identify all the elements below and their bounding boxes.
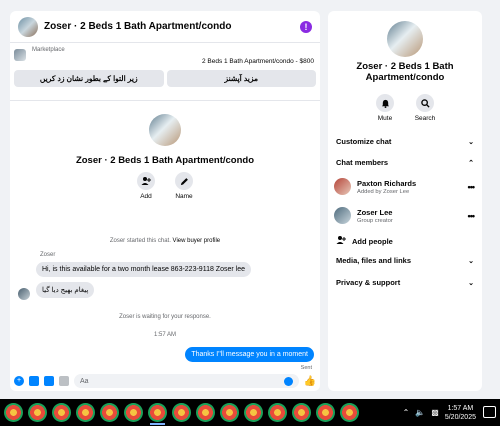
message-timestamp: 1:57 AM — [153, 332, 176, 338]
customize-chat-row[interactable]: Customize chat ⌄ — [336, 137, 474, 146]
info-title: Zoser · 2 Beds 1 Bath Apartment/condo — [356, 61, 454, 83]
add-people-button[interactable]: Add people — [336, 235, 393, 247]
message-input[interactable]: Aa — [74, 374, 299, 388]
chrome-icon[interactable] — [268, 403, 287, 422]
chevron-up-icon[interactable]: ⌃ — [403, 408, 410, 417]
chat-members-label: Chat members — [336, 158, 389, 167]
network-icon[interactable]: ▩ — [431, 408, 439, 417]
avatar — [334, 207, 351, 224]
taskbar-apps — [0, 403, 359, 425]
chrome-icon[interactable] — [28, 403, 47, 422]
search-label: Search — [414, 115, 436, 122]
chrome-icon[interactable] — [52, 403, 71, 422]
chevron-down-icon: ⌄ — [468, 138, 474, 146]
notification-icon[interactable] — [483, 406, 496, 418]
chrome-icon[interactable] — [316, 403, 335, 422]
chat-started-text: Zoser started this chat. — [109, 238, 171, 244]
sticker-icon[interactable] — [44, 376, 54, 386]
chat-started-notice: Zoser started this chat. View buyer prof… — [10, 238, 320, 244]
add-person-icon — [137, 172, 155, 190]
add-button[interactable]: Add — [136, 172, 156, 200]
chat-info-panel: Zoser · 2 Beds 1 Bath Apartment/condo Mu… — [328, 11, 482, 391]
mark-pending-button[interactable]: زیر التوا کے بطور نشان زد کریں — [14, 70, 164, 87]
media-files-links-row[interactable]: Media, files and links ⌄ — [336, 256, 474, 265]
member-item[interactable]: Zoser Lee Group creator ••• — [334, 207, 476, 224]
customize-chat-label: Customize chat — [336, 137, 392, 146]
emoji-icon[interactable] — [283, 376, 293, 386]
privacy-support-label: Privacy & support — [336, 278, 401, 287]
sender-avatar[interactable] — [18, 288, 30, 300]
conversation-title: Zoser · 2 Beds 1 Bath Apartment/condo — [75, 155, 255, 166]
search-icon — [416, 94, 434, 112]
more-options-icon[interactable]: ••• — [468, 182, 476, 192]
sender-name: Zoser — [40, 252, 56, 258]
view-buyer-profile-link[interactable]: View buyer profile — [173, 238, 221, 244]
marketplace-label: Marketplace — [32, 47, 65, 53]
marketplace-bar: Marketplace 2 Beds 1 Bath Apartment/cond… — [10, 43, 320, 101]
more-options-button[interactable]: مزید آپشنز — [166, 70, 316, 87]
image-icon[interactable] — [29, 376, 39, 386]
media-files-links-label: Media, files and links — [336, 256, 412, 265]
chat-header: Zoser · 2 Beds 1 Bath Apartment/condo ! — [10, 11, 320, 43]
mute-button[interactable]: Mute — [372, 94, 398, 122]
chat-members-row[interactable]: Chat members ⌃ — [336, 158, 474, 167]
chevron-down-icon: ⌄ — [468, 279, 474, 287]
chat-panel: Zoser · 2 Beds 1 Bath Apartment/condo ! … — [10, 11, 320, 391]
thumbs-up-icon[interactable]: 👍 — [304, 376, 316, 387]
conversation-photo — [149, 114, 181, 146]
member-subtitle: Group creator — [357, 217, 393, 224]
chrome-icon[interactable] — [100, 403, 119, 422]
chrome-icon[interactable] — [196, 403, 215, 422]
message-placeholder: Aa — [80, 377, 89, 385]
pencil-icon — [175, 172, 193, 190]
mute-label: Mute — [377, 115, 393, 122]
chrome-icon[interactable] — [4, 403, 23, 422]
privacy-support-row[interactable]: Privacy & support ⌄ — [336, 278, 474, 287]
chrome-icon[interactable] — [148, 403, 167, 425]
chevron-down-icon: ⌄ — [468, 257, 474, 265]
listing-thumbnail[interactable] — [14, 49, 26, 61]
add-label: Add — [140, 193, 152, 200]
chevron-up-icon: ⌃ — [468, 159, 474, 167]
name-label: Name — [175, 193, 193, 200]
chrome-icon[interactable] — [292, 403, 311, 422]
info-photo — [387, 21, 423, 57]
listing-price[interactable]: 2 Beds 1 Bath Apartment/condo - $800 — [202, 58, 314, 65]
chrome-icon[interactable] — [340, 403, 359, 422]
member-item[interactable]: Paxton Richards Added by Zoser Lee ••• — [334, 178, 476, 195]
plus-icon[interactable]: + — [14, 376, 24, 386]
bell-icon — [376, 94, 394, 112]
taskbar: ⌃ 🔈 ▩ 1:57 AM 5/20/2025 — [0, 399, 500, 426]
add-person-icon — [336, 235, 346, 247]
chrome-icon[interactable] — [172, 403, 191, 422]
chat-thumbnail[interactable] — [18, 16, 38, 37]
composer: + Aa 👍 — [10, 371, 320, 391]
incoming-message[interactable]: Hi, is this available for a two month le… — [36, 262, 251, 277]
incoming-message[interactable]: پیغام بھیج دیا گیا — [36, 282, 95, 298]
chrome-icon[interactable] — [220, 403, 239, 422]
clock-time: 1:57 AM — [447, 404, 474, 412]
chat-header-title[interactable]: Zoser · 2 Beds 1 Bath Apartment/condo — [44, 21, 300, 32]
member-name: Paxton Richards — [357, 178, 417, 188]
member-name: Zoser Lee — [357, 207, 393, 217]
outgoing-message[interactable]: Thanks I''ll message you in a moment — [185, 347, 314, 362]
chrome-icon[interactable] — [76, 403, 95, 422]
clock[interactable]: 1:57 AM 5/20/2025 — [445, 404, 476, 422]
chrome-icon[interactable] — [244, 403, 263, 422]
gif-icon[interactable] — [59, 376, 69, 386]
volume-icon[interactable]: 🔈 — [415, 408, 425, 417]
add-people-label: Add people — [352, 236, 393, 246]
more-options-icon[interactable]: ••• — [468, 211, 476, 221]
name-button[interactable]: Name — [174, 172, 194, 200]
avatar — [334, 178, 351, 195]
search-button[interactable]: Search — [412, 94, 438, 122]
waiting-notice: Zoser is waiting for your response. — [119, 314, 211, 320]
chrome-icon[interactable] — [124, 403, 143, 422]
clock-date: 5/20/2025 — [444, 413, 476, 421]
system-tray: ⌃ 🔈 ▩ 1:57 AM 5/20/2025 — [403, 399, 476, 426]
conversation: Zoser · 2 Beds 1 Bath Apartment/condo Ad… — [10, 102, 320, 372]
member-subtitle: Added by Zoser Lee — [357, 188, 410, 195]
chat-info-icon[interactable]: ! — [300, 20, 312, 33]
